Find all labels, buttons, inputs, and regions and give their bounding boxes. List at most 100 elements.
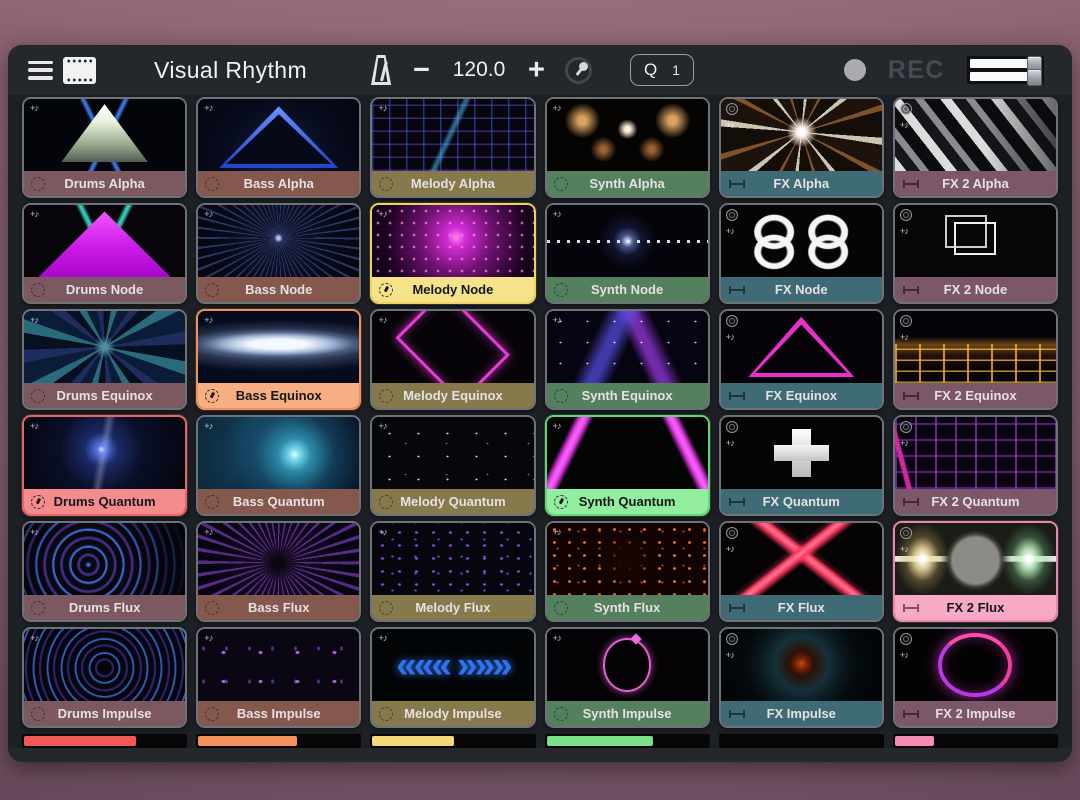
add-note-icon: +♪ <box>726 120 734 131</box>
clip-cell-melody-equinox[interactable]: +♪Melody Equinox <box>370 309 535 410</box>
clip-label: Melody Impulse <box>404 706 502 721</box>
clip-state-icon <box>31 707 45 721</box>
clip-label: Synth Equinox <box>582 388 673 403</box>
clip-art <box>198 629 359 701</box>
menu-button[interactable] <box>28 61 53 80</box>
clip-label: Bass Quantum <box>233 494 325 509</box>
clip-thumbnail: +♪ <box>372 99 533 171</box>
clip-cell-bass-alpha[interactable]: +♪Bass Alpha <box>196 97 361 198</box>
clip-cell-bass-node[interactable]: +♪Bass Node <box>196 203 361 304</box>
clip-cell-fx2-impulse[interactable]: +♪FX 2 Impulse <box>893 627 1058 728</box>
clip-cell-drums-flux[interactable]: +♪Drums Flux <box>22 521 187 622</box>
add-note-icon: +♪ <box>204 633 212 644</box>
clip-thumbnail: +♪ <box>198 629 359 701</box>
clip-cell-bass-quantum[interactable]: +♪Bass Quantum <box>196 415 361 516</box>
clip-state-icon <box>205 177 219 191</box>
clip-cell-fx2-equinox[interactable]: +♪FX 2 Equinox <box>893 309 1058 410</box>
clip-cell-fx2-flux[interactable]: +♪FX 2 Flux <box>893 521 1058 622</box>
clip-art <box>198 417 359 489</box>
clip-cell-bass-equinox[interactable]: +♪Bass Equinox <box>196 309 361 410</box>
app-title: Visual Rhythm <box>154 57 307 84</box>
clip-thumbnail: +♪ <box>721 417 882 489</box>
clip-cell-melody-quantum[interactable]: +♪Melody Quantum <box>370 415 535 516</box>
tempo-decrease-button[interactable]: − <box>409 56 434 84</box>
clip-cell-drums-node[interactable]: +♪Drums Node <box>22 203 187 304</box>
clip-state-icon <box>554 707 568 721</box>
clip-cell-synth-impulse[interactable]: +♪Synth Impulse <box>545 627 710 728</box>
clip-label: FX Equinox <box>765 388 837 403</box>
quantize-selector[interactable]: Q 1 <box>630 54 694 86</box>
clip-cell-drums-alpha[interactable]: +♪Drums Alpha <box>22 97 187 198</box>
clip-cell-synth-quantum[interactable]: +♪Synth Quantum <box>545 415 710 516</box>
clip-cell-fx2-alpha[interactable]: +♪FX 2 Alpha <box>893 97 1058 198</box>
tempo-display[interactable]: 120.0 <box>450 58 508 82</box>
clip-thumbnail: +♪ <box>372 205 533 277</box>
clip-label-bar: Bass Flux <box>198 595 359 620</box>
range-icon <box>729 604 745 612</box>
range-icon <box>903 180 919 188</box>
clip-cell-fx-flux[interactable]: +♪FX Flux <box>719 521 884 622</box>
clip-cell-fx-impulse[interactable]: +♪FX Impulse <box>719 627 884 728</box>
fader-bar-bottom[interactable] <box>970 72 1036 81</box>
app-window: Visual Rhythm − 120.0 + Q 1 REC +♪Drums … <box>8 45 1072 762</box>
clip-thumbnail: +♪ <box>547 205 708 277</box>
add-note-icon: +♪ <box>900 438 908 449</box>
clip-cell-bass-impulse[interactable]: +♪ Bass Impulse <box>196 627 361 728</box>
clip-cell-synth-node[interactable]: +♪Synth Node <box>545 203 710 304</box>
clip-art <box>721 629 882 701</box>
clip-cell-melody-node[interactable]: +♪Melody Node <box>370 203 535 304</box>
clip-art <box>547 523 708 595</box>
clip-thumbnail: +♪ <box>24 99 185 171</box>
clip-cell-fx2-quantum[interactable]: +♪ FX 2 Quantum <box>893 415 1058 516</box>
add-note-icon: +♪ <box>553 315 561 326</box>
header: Visual Rhythm − 120.0 + Q 1 REC <box>8 45 1072 95</box>
master-fader[interactable] <box>967 56 1044 84</box>
clip-cell-synth-flux[interactable]: +♪Synth Flux <box>545 521 710 622</box>
clip-state-icon <box>205 601 219 615</box>
clip-cell-melody-alpha[interactable]: +♪Melody Alpha <box>370 97 535 198</box>
clip-cell-bass-flux[interactable]: +♪Bass Flux <box>196 521 361 622</box>
progress-fill <box>198 736 296 746</box>
clip-cell-synth-alpha[interactable]: +♪Synth Alpha <box>545 97 710 198</box>
clip-label-bar: Bass Impulse <box>198 701 359 726</box>
tempo-controls: − 120.0 + <box>369 55 592 85</box>
film-strip-icon[interactable] <box>63 57 96 84</box>
clip-art <box>895 417 1056 489</box>
range-icon <box>903 286 919 294</box>
clip-label: Drums Impulse <box>58 706 152 721</box>
add-note-icon: +♪ <box>553 421 561 432</box>
clip-cell-drums-quantum[interactable]: +♪Drums Quantum <box>22 415 187 516</box>
clip-label-bar: FX Equinox <box>721 383 882 408</box>
range-icon <box>903 604 919 612</box>
record-indicator-icon[interactable] <box>844 59 866 81</box>
clip-label-bar: Drums Flux <box>24 595 185 620</box>
clip-label-bar: FX 2 Node <box>895 277 1056 302</box>
clip-cell-fx2-node[interactable]: +♪FX 2 Node <box>893 203 1058 304</box>
add-note-icon: +♪ <box>900 120 908 131</box>
tap-tempo-dial-icon[interactable] <box>565 57 592 84</box>
clip-cell-drums-equinox[interactable]: +♪Drums Equinox <box>22 309 187 410</box>
clip-label-bar: FX 2 Quantum <box>895 489 1056 514</box>
clip-state-icon <box>554 601 568 615</box>
clip-label-bar: Melody Equinox <box>372 383 533 408</box>
clip-cell-synth-equinox[interactable]: +♪ Synth Equinox <box>545 309 710 410</box>
clip-cell-fx-equinox[interactable]: +♪FX Equinox <box>719 309 884 410</box>
metronome-icon[interactable] <box>369 55 393 85</box>
clip-cell-fx-node[interactable]: +♪FX Node <box>719 203 884 304</box>
progress-fill <box>372 736 454 746</box>
clip-thumbnail: +♪ <box>372 417 533 489</box>
clip-thumbnail: +♪ <box>721 99 882 171</box>
rec-button[interactable]: REC <box>888 56 945 85</box>
clip-art <box>198 523 359 595</box>
clip-cell-melody-impulse[interactable]: +♪Melody Impulse <box>370 627 535 728</box>
clip-cell-fx-quantum[interactable]: +♪FX Quantum <box>719 415 884 516</box>
clip-art <box>61 104 148 162</box>
tempo-increase-button[interactable]: + <box>524 56 549 84</box>
clip-label: Drums Quantum <box>54 494 156 509</box>
fader-bar-top[interactable] <box>970 59 1036 68</box>
quantize-label: Q <box>644 60 657 80</box>
clip-cell-melody-flux[interactable]: +♪Melody Flux <box>370 521 535 622</box>
clip-cell-drums-impulse[interactable]: +♪Drums Impulse <box>22 627 187 728</box>
progress-fill <box>24 736 136 746</box>
clip-cell-fx-alpha[interactable]: +♪FX Alpha <box>719 97 884 198</box>
